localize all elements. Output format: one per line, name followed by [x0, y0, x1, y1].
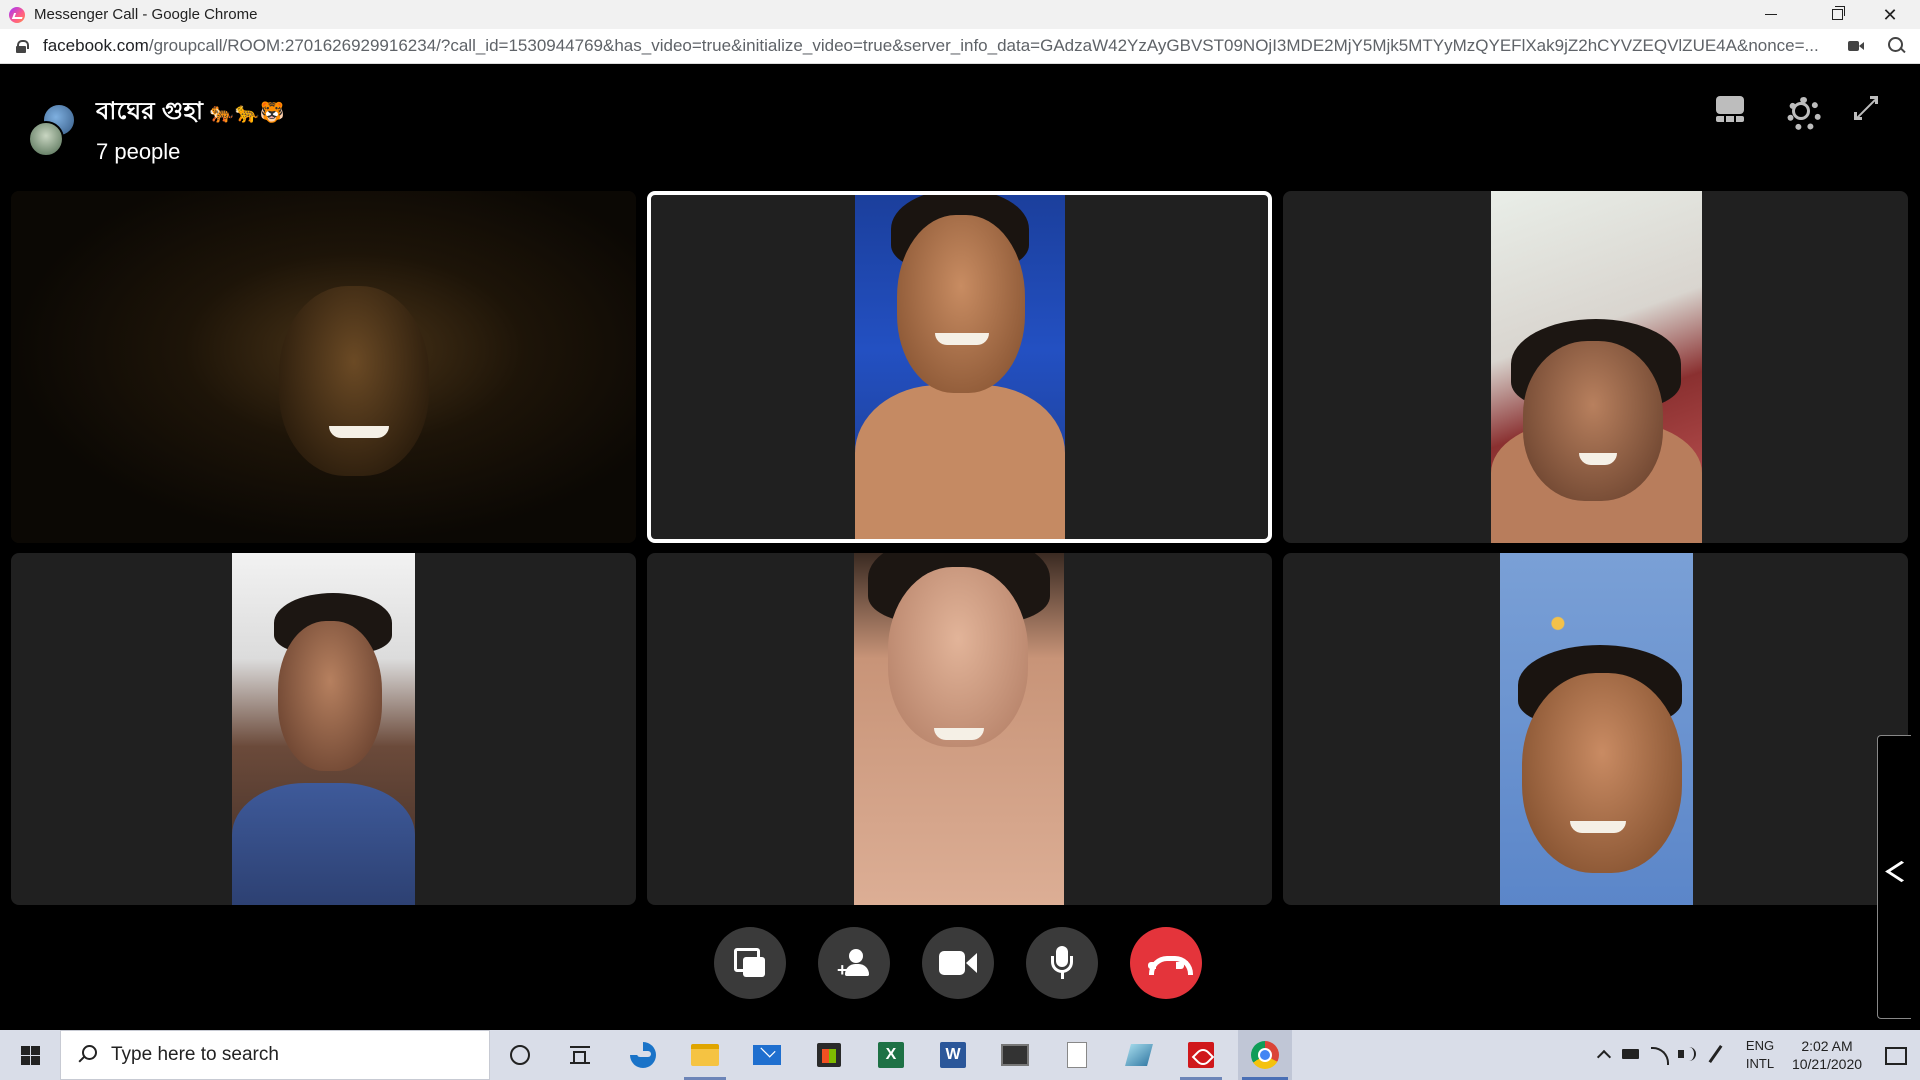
mail-icon	[753, 1045, 781, 1065]
windows-taskbar: Type here to search X W ENG INTL 2:02 AM…	[0, 1030, 1920, 1080]
restore-icon	[1831, 6, 1845, 20]
terminal-icon	[1001, 1044, 1029, 1066]
clock[interactable]: 2:02 AM 10/21/2020	[1784, 1037, 1870, 1073]
url-field[interactable]: facebook.com/groupcall/ROOM:270162692991…	[43, 36, 1823, 56]
close-window-button[interactable]: ✕	[1860, 0, 1920, 29]
add-person-button[interactable]: +	[818, 927, 890, 999]
gear-icon[interactable]	[1780, 90, 1821, 131]
people-count: 7 people	[96, 139, 181, 164]
video-feed	[232, 553, 415, 905]
video-tile-participant-1[interactable]	[11, 191, 636, 543]
microphone-icon	[1050, 946, 1074, 980]
zoom-icon[interactable]	[1888, 37, 1906, 55]
taskbar-search[interactable]: Type here to search	[60, 1030, 490, 1080]
word-icon: W	[940, 1042, 966, 1068]
taskbar-app-chrome[interactable]	[1238, 1030, 1292, 1080]
camera-button[interactable]	[922, 927, 994, 999]
browser-title-bar: Messenger Call - Google Chrome ✕	[0, 0, 1920, 29]
video-feed	[1491, 191, 1702, 543]
store-icon	[817, 1043, 841, 1067]
chrome-icon	[1251, 1041, 1279, 1069]
show-hidden-icons-icon[interactable]	[1590, 1030, 1618, 1080]
share-screen-icon	[734, 948, 766, 978]
excel-icon: X	[878, 1042, 904, 1068]
taskbar-app-file-explorer[interactable]	[680, 1030, 730, 1080]
call-top-actions	[1700, 90, 1920, 131]
volume-icon[interactable]	[1674, 1030, 1702, 1080]
group-emoji: 🐅🐆🐯	[209, 102, 285, 124]
close-icon: ✕	[1882, 4, 1898, 25]
chevron-left-icon	[1889, 860, 1903, 890]
address-bar[interactable]: facebook.com/groupcall/ROOM:270162692991…	[0, 29, 1920, 64]
minimize-button[interactable]	[1738, 0, 1804, 29]
share-screen-button[interactable]	[714, 927, 786, 999]
document-icon	[1067, 1042, 1087, 1068]
wifi-icon[interactable]	[1646, 1030, 1674, 1080]
video-tile-participant-5[interactable]	[647, 553, 1272, 905]
taskbar-app-terminal[interactable]	[990, 1030, 1040, 1080]
video-camera-icon	[939, 951, 977, 975]
input-language[interactable]: ENG INTL	[1736, 1037, 1784, 1073]
video-feed	[11, 191, 636, 543]
end-call-button[interactable]	[1130, 927, 1202, 999]
system-tray: ENG INTL 2:02 AM 10/21/2020	[1590, 1030, 1920, 1080]
taskbar-app-store[interactable]	[804, 1030, 854, 1080]
lang-bottom: INTL	[1745, 1056, 1775, 1071]
gem-icon	[1125, 1044, 1153, 1066]
taskbar-app-gem[interactable]	[1114, 1030, 1164, 1080]
taskbar-app-mail[interactable]	[742, 1030, 792, 1080]
search-icon	[77, 1045, 97, 1065]
url-host: facebook.com	[43, 36, 149, 55]
messenger-call: বাঘের গুহা 🐅🐆🐯 7 people +	[0, 65, 1920, 1030]
video-tile-participant-3[interactable]	[1283, 191, 1908, 543]
avatar	[28, 121, 64, 157]
call-header: বাঘের গুহা 🐅🐆🐯 7 people	[28, 93, 285, 165]
video-feed	[1500, 553, 1693, 905]
video-tile-participant-4[interactable]	[11, 553, 636, 905]
add-person-icon: +	[837, 949, 871, 979]
notification-center-icon[interactable]	[1870, 1030, 1920, 1080]
battery-icon[interactable]	[1618, 1030, 1646, 1080]
messenger-icon	[9, 6, 25, 23]
video-tile-participant-2[interactable]	[647, 191, 1272, 543]
task-view-icon	[570, 1046, 590, 1064]
folder-icon	[691, 1044, 719, 1066]
url-path: /groupcall/ROOM:2701626929916234/?call_i…	[148, 36, 1819, 55]
video-feed	[855, 195, 1065, 539]
edge-icon	[630, 1042, 656, 1068]
group-name: বাঘের গুহা 🐅🐆🐯	[96, 93, 285, 133]
group-name-text: বাঘের গুহা	[96, 98, 204, 125]
cortana-button[interactable]	[495, 1030, 545, 1080]
minimize-icon	[1765, 14, 1777, 15]
taskbar-app-acrobat[interactable]	[1176, 1030, 1226, 1080]
cortana-icon	[510, 1045, 530, 1065]
search-placeholder: Type here to search	[111, 1044, 279, 1065]
lock-icon[interactable]	[16, 39, 29, 53]
taskbar-app-excel[interactable]: X	[866, 1030, 916, 1080]
window-title: Messenger Call - Google Chrome	[34, 6, 258, 23]
lang-top: ENG	[1745, 1038, 1775, 1053]
start-button[interactable]	[0, 1030, 60, 1080]
video-feed	[854, 553, 1064, 905]
fullscreen-icon[interactable]	[1848, 90, 1884, 126]
group-avatar	[28, 103, 80, 157]
taskbar-app-word[interactable]: W	[928, 1030, 978, 1080]
hang-up-icon	[1148, 956, 1193, 975]
participants-drawer-toggle[interactable]	[1877, 735, 1911, 1019]
clock-date: 10/21/2020	[1791, 1056, 1863, 1072]
taskbar-app-notepad[interactable]	[1052, 1030, 1102, 1080]
microphone-button[interactable]	[1026, 927, 1098, 999]
video-tile-participant-6[interactable]	[1283, 553, 1908, 905]
call-controls: +	[714, 927, 1202, 999]
taskbar-app-edge[interactable]	[618, 1030, 668, 1080]
grid-layout-icon[interactable]	[1712, 90, 1748, 126]
pdf-icon	[1188, 1042, 1214, 1068]
clock-time: 2:02 AM	[1801, 1038, 1853, 1054]
pen-icon[interactable]	[1702, 1030, 1730, 1080]
task-view-button[interactable]	[555, 1030, 605, 1080]
camera-in-use-icon[interactable]	[1848, 40, 1864, 52]
